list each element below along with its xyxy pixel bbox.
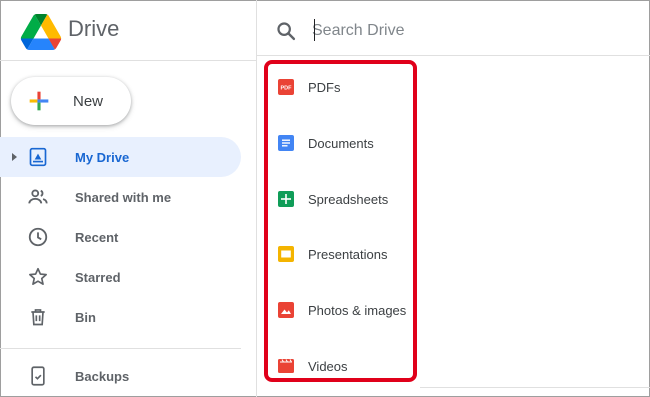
sidebar-item-label: Shared with me — [75, 189, 172, 205]
sidebar-nav: My Drive Shared with me Recent Starred B… — [0, 137, 256, 337]
filter-videos[interactable]: Videos — [278, 354, 348, 378]
trash-icon — [26, 305, 50, 329]
filter-label: Presentations — [308, 246, 388, 262]
search-input[interactable] — [312, 18, 632, 44]
sidebar-item-starred[interactable]: Starred — [0, 257, 256, 297]
presentation-icon — [278, 246, 294, 262]
filter-photos-images[interactable]: Photos & images — [278, 298, 406, 322]
sidebar-item-label: Backups — [75, 368, 130, 384]
backups-icon — [26, 364, 50, 388]
svg-text:PDF: PDF — [281, 86, 293, 92]
sidebar-item-label: My Drive — [75, 149, 130, 165]
header-divider — [0, 60, 256, 61]
document-icon — [278, 135, 294, 151]
shared-icon — [26, 185, 50, 209]
sidebar-item-backups[interactable]: Backups — [0, 357, 256, 395]
plus-icon — [29, 91, 49, 111]
sidebar-item-recent[interactable]: Recent — [0, 217, 256, 257]
filter-label: Photos & images — [308, 302, 407, 318]
filter-presentations[interactable]: Presentations — [278, 242, 388, 266]
search-icon[interactable] — [275, 20, 297, 42]
my-drive-icon — [26, 145, 50, 169]
pdf-icon: PDF — [278, 79, 294, 95]
sidebar-item-shared[interactable]: Shared with me — [0, 177, 256, 217]
image-icon — [278, 302, 294, 318]
filter-documents[interactable]: Documents — [278, 131, 374, 155]
sidebar-item-label: Bin — [75, 309, 96, 325]
drive-logo-icon[interactable] — [20, 14, 62, 50]
clock-icon — [26, 225, 50, 249]
star-icon — [26, 265, 50, 289]
expand-caret-icon[interactable] — [12, 153, 17, 161]
sidebar-item-my-drive[interactable]: My Drive — [0, 137, 241, 177]
sidebar-item-label: Starred — [75, 269, 121, 285]
sidebar-item-label: Recent — [75, 229, 119, 245]
filter-pdfs[interactable]: PDF PDFs — [278, 75, 341, 99]
filter-label: PDFs — [308, 79, 341, 95]
nav-divider — [0, 348, 241, 349]
filter-label: Documents — [308, 135, 374, 151]
filter-label: Videos — [308, 358, 348, 374]
text-cursor — [314, 19, 315, 41]
new-button[interactable]: New — [11, 77, 131, 125]
sidebar-item-bin[interactable]: Bin — [0, 297, 256, 337]
new-button-label: New — [73, 92, 104, 110]
sidebar-divider — [256, 0, 257, 397]
app-title: Drive — [68, 16, 120, 41]
video-icon — [278, 358, 294, 374]
search-type-dropdown: PDF PDFs Documents Spreadsheets Presenta… — [264, 60, 417, 382]
filter-spreadsheets[interactable]: Spreadsheets — [278, 187, 388, 211]
content-divider — [420, 387, 650, 388]
filter-label: Spreadsheets — [308, 191, 389, 207]
spreadsheet-icon — [278, 191, 294, 207]
search-divider — [257, 55, 650, 56]
